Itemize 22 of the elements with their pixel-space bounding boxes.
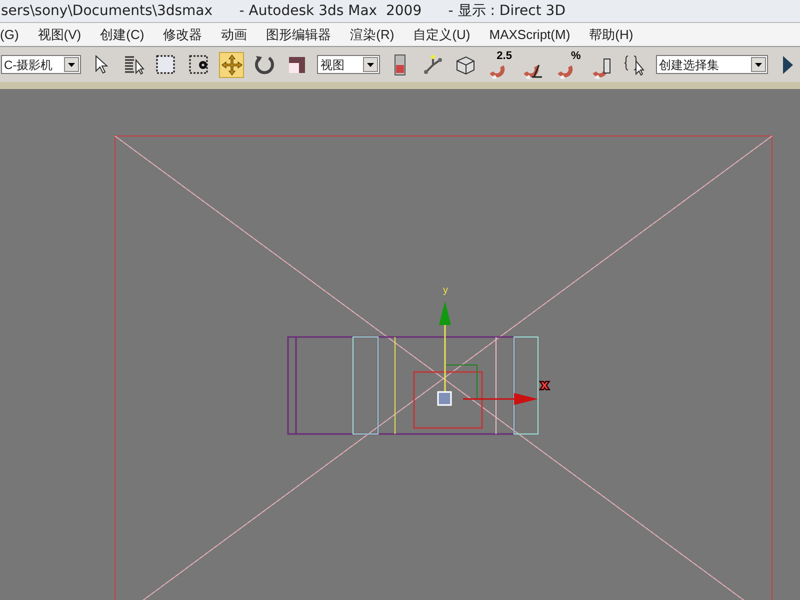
dropdown[interactable]: 创建选择集 — [656, 55, 768, 74]
menu-item[interactable]: 创建(C) — [100, 24, 144, 44]
menu-item[interactable]: MAXScript(M) — [489, 24, 570, 44]
menu-item[interactable]: 渲染(R) — [350, 24, 394, 44]
menu-item[interactable]: 图形编辑器 — [266, 24, 332, 44]
menu-item[interactable]: 自定义(U) — [413, 24, 470, 44]
menu-item[interactable]: 视图(V) — [38, 24, 82, 44]
caret-icon — [64, 57, 79, 72]
caret-icon — [750, 57, 766, 72]
snap-toggle-label: 2.5 — [496, 50, 512, 62]
menu-item[interactable]: 动画 — [221, 24, 248, 44]
menu-item[interactable]: 帮助(H) — [589, 24, 634, 44]
move-icon[interactable] — [219, 52, 244, 78]
caret-icon — [362, 57, 378, 72]
percent-snap-label: % — [571, 50, 581, 62]
dropdown[interactable]: C-摄影机 — [1, 55, 81, 74]
menu-item[interactable]: 修改器 — [163, 24, 202, 44]
window-title: sers\sony\Documents\3dsmax - Autodesk 3ds Max 2009 - 显示 : Direct 3D — [1, 2, 566, 20]
menu-item[interactable]: (G) — [0, 24, 19, 44]
dropdown[interactable]: 视图 — [317, 55, 380, 74]
y-axis-label: y — [443, 285, 448, 296]
x-axis-label: x — [541, 377, 548, 392]
